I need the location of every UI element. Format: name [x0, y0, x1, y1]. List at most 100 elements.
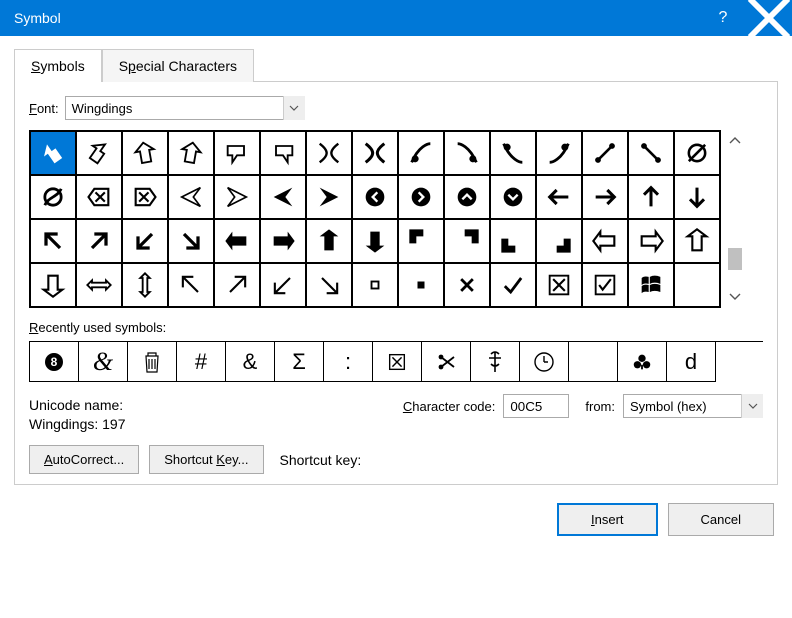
symbol-cell[interactable]	[31, 220, 77, 264]
recent-symbol[interactable]: #	[177, 342, 226, 382]
symbol-cell[interactable]	[583, 132, 629, 176]
recent-symbol[interactable]: &	[79, 342, 128, 382]
symbol-cell[interactable]	[399, 176, 445, 220]
symbol-cell[interactable]	[31, 176, 77, 220]
symbol-cell[interactable]	[675, 176, 721, 220]
recent-symbol[interactable]	[471, 342, 520, 382]
insert-button[interactable]: Insert	[557, 503, 658, 536]
symbol-cell[interactable]	[77, 176, 123, 220]
symbol-cell[interactable]	[169, 176, 215, 220]
symbol-cell[interactable]	[261, 132, 307, 176]
char-code-input[interactable]	[503, 394, 569, 418]
from-dropdown-button[interactable]	[741, 394, 763, 418]
symbol-cell[interactable]	[399, 132, 445, 176]
symbol-cell[interactable]	[537, 176, 583, 220]
symbol-cell[interactable]	[169, 264, 215, 308]
symbol-cell[interactable]	[675, 264, 721, 308]
recent-symbol[interactable]	[520, 342, 569, 382]
tab-special-characters[interactable]: Special Characters	[102, 49, 254, 82]
symbol-cell[interactable]	[445, 176, 491, 220]
symbol-cell[interactable]	[123, 264, 169, 308]
symbol-cell[interactable]	[491, 132, 537, 176]
symbol-cell[interactable]	[123, 220, 169, 264]
recent-symbol[interactable]	[128, 342, 177, 382]
autocorrect-button[interactable]: AutoCorrect...	[29, 445, 139, 474]
dialog-body: Symbols Special Characters Font: Wingdin…	[0, 36, 792, 493]
recent-symbol[interactable]	[422, 342, 471, 382]
from-select[interactable]: Symbol (hex)	[623, 394, 763, 418]
symbol-cell[interactable]	[675, 132, 721, 176]
symbol-cell[interactable]	[215, 264, 261, 308]
chevron-up-icon	[729, 137, 741, 145]
close-icon	[746, 0, 792, 41]
scroll-up-button[interactable]	[726, 132, 744, 150]
symbol-cell[interactable]	[353, 132, 399, 176]
symbol-cell[interactable]	[215, 220, 261, 264]
symbol-cell[interactable]	[353, 176, 399, 220]
tab-panel: Font: Wingdings	[14, 82, 778, 485]
scroll-down-button[interactable]	[726, 288, 744, 306]
symbol-cell[interactable]	[307, 264, 353, 308]
recent-symbol[interactable]	[373, 342, 422, 382]
symbol-cell[interactable]	[169, 220, 215, 264]
symbol-cell[interactable]	[537, 132, 583, 176]
recent-symbol[interactable]: :	[324, 342, 373, 382]
recent-label: Recently used symbols:	[29, 320, 763, 335]
recent-symbol[interactable]	[569, 342, 618, 382]
cancel-button[interactable]: Cancel	[668, 503, 774, 536]
symbol-cell[interactable]	[353, 264, 399, 308]
symbol-cell[interactable]	[307, 132, 353, 176]
symbol-cell[interactable]	[77, 132, 123, 176]
symbol-cell[interactable]	[629, 264, 675, 308]
symbol-cell[interactable]	[491, 176, 537, 220]
symbol-cell[interactable]	[583, 264, 629, 308]
symbol-cell[interactable]	[261, 176, 307, 220]
symbol-cell[interactable]	[123, 176, 169, 220]
symbol-cell[interactable]	[675, 220, 721, 264]
chevron-down-icon	[748, 403, 758, 409]
shortcut-key-button[interactable]: Shortcut Key...	[149, 445, 263, 474]
symbol-scrollbar[interactable]	[725, 130, 745, 308]
symbol-cell[interactable]	[537, 264, 583, 308]
symbol-cell[interactable]	[583, 176, 629, 220]
chevron-down-icon	[289, 105, 299, 111]
help-button[interactable]: ?	[700, 0, 746, 36]
symbol-cell[interactable]	[491, 264, 537, 308]
symbol-cell[interactable]	[169, 132, 215, 176]
symbol-cell[interactable]	[31, 132, 77, 176]
font-row: Font: Wingdings	[29, 96, 763, 120]
symbol-cell[interactable]	[629, 220, 675, 264]
symbol-cell[interactable]	[261, 264, 307, 308]
tab-symbols[interactable]: Symbols	[14, 49, 102, 82]
symbol-cell[interactable]	[491, 220, 537, 264]
symbol-cell[interactable]	[77, 220, 123, 264]
symbol-cell[interactable]	[123, 132, 169, 176]
recent-symbol[interactable]: 8	[30, 342, 79, 382]
symbol-cell[interactable]	[215, 132, 261, 176]
symbol-cell[interactable]	[583, 220, 629, 264]
symbol-cell[interactable]	[629, 176, 675, 220]
symbol-cell[interactable]	[307, 220, 353, 264]
symbol-cell[interactable]	[31, 264, 77, 308]
symbol-cell[interactable]	[399, 220, 445, 264]
close-button[interactable]	[746, 0, 792, 36]
symbol-cell[interactable]	[77, 264, 123, 308]
symbol-cell[interactable]	[399, 264, 445, 308]
symbol-cell[interactable]	[537, 220, 583, 264]
symbol-grid-wrap	[29, 130, 763, 308]
symbol-cell[interactable]	[353, 220, 399, 264]
symbol-cell[interactable]	[307, 176, 353, 220]
symbol-cell[interactable]	[629, 132, 675, 176]
recent-symbol[interactable]: Σ	[275, 342, 324, 382]
font-select[interactable]: Wingdings	[65, 96, 305, 120]
recent-symbol[interactable]: d	[667, 342, 716, 382]
recent-symbol[interactable]: &	[226, 342, 275, 382]
font-dropdown-button[interactable]	[283, 96, 305, 120]
scroll-thumb[interactable]	[728, 248, 742, 270]
recent-symbol[interactable]	[618, 342, 667, 382]
symbol-cell[interactable]	[445, 220, 491, 264]
symbol-cell[interactable]	[445, 264, 491, 308]
symbol-cell[interactable]	[261, 220, 307, 264]
symbol-cell[interactable]	[445, 132, 491, 176]
symbol-cell[interactable]	[215, 176, 261, 220]
